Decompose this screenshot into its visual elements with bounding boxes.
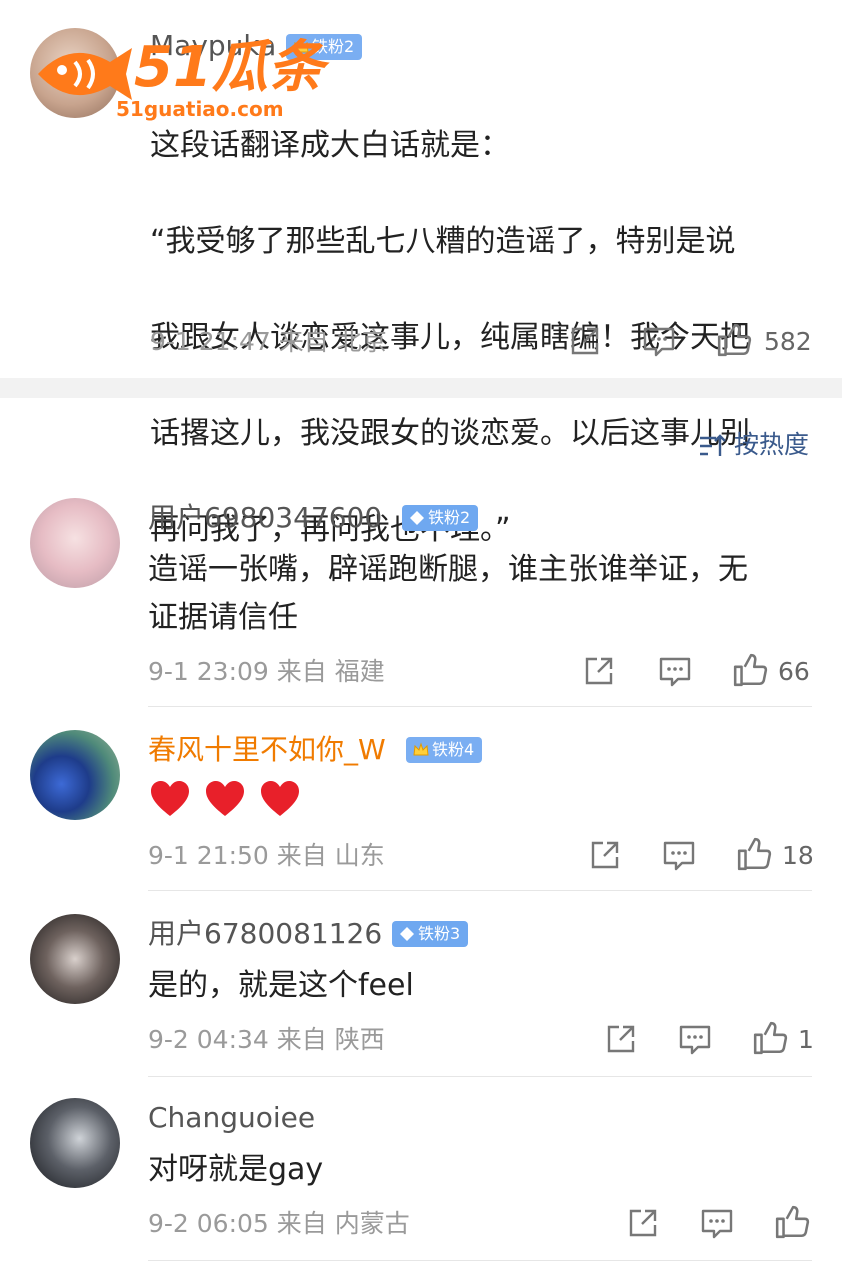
like-count: 1: [798, 1025, 814, 1054]
fan-badge: 铁粉3: [392, 921, 469, 947]
sort-icon[interactable]: [698, 432, 726, 460]
username[interactable]: Changuoiee: [148, 1100, 315, 1136]
like-icon[interactable]: [732, 652, 768, 688]
username[interactable]: 春风十里不如你_W: [148, 732, 386, 768]
fan-badge: 铁粉2: [402, 505, 479, 531]
sort-by-hot[interactable]: 按热度: [734, 428, 809, 462]
username[interactable]: 用户6780081126: [148, 916, 382, 952]
like-count: 66: [778, 657, 810, 686]
comment-text: 对呀就是gay: [148, 1152, 324, 1187]
heart-emoji: [206, 781, 245, 816]
like-icon[interactable]: [752, 1020, 788, 1056]
comment-icon[interactable]: [642, 324, 676, 358]
like-count: 582: [764, 327, 812, 356]
divider: [148, 1076, 812, 1077]
comment-icon[interactable]: [658, 654, 692, 688]
username[interactable]: 用户6980347600: [148, 500, 382, 536]
comment-meta: 9-2 04:34 来自 陕西: [148, 1025, 385, 1054]
share-icon[interactable]: [626, 1206, 660, 1240]
avatar[interactable]: [30, 730, 120, 820]
comment-icon[interactable]: [700, 1206, 734, 1240]
like-icon[interactable]: [716, 322, 752, 358]
avatar[interactable]: [30, 498, 120, 588]
share-icon[interactable]: [588, 838, 622, 872]
diamond-icon: [400, 927, 414, 941]
crown-icon: [413, 742, 429, 756]
divider: [148, 1260, 812, 1261]
share-icon[interactable]: [568, 324, 602, 358]
heart-emoji: [151, 781, 189, 816]
comment-meta: 9-1 21:50 来自 山东: [148, 841, 385, 870]
fan-badge: 铁粉4: [406, 737, 483, 763]
comment-icon[interactable]: [678, 1022, 712, 1056]
like-icon[interactable]: [774, 1204, 810, 1240]
avatar[interactable]: [30, 1098, 120, 1188]
avatar[interactable]: [30, 914, 120, 1004]
comment-icon[interactable]: [662, 838, 696, 872]
divider: [148, 890, 812, 891]
share-icon[interactable]: [604, 1022, 638, 1056]
heart-emoji: [261, 781, 300, 816]
like-count: 18: [782, 841, 814, 870]
like-icon[interactable]: [736, 836, 772, 872]
share-icon[interactable]: [582, 654, 616, 688]
comment-text: 是的，就是这个feel: [148, 968, 414, 1003]
comment-meta: 9-2 06:05 来自 内蒙古: [148, 1209, 410, 1238]
diamond-icon: [410, 511, 424, 525]
comment-emoji: [150, 780, 310, 820]
comment-text: 造谣一张嘴，辟谣跑断腿，谁主张谁举证，无 证据请信任: [148, 552, 748, 635]
comment-meta: 9-1 23:09 来自 福建: [148, 657, 385, 686]
section-separator: [0, 378, 842, 398]
comment-meta: 9-1 21:47 来自 北京: [150, 327, 387, 356]
divider: [148, 706, 812, 707]
